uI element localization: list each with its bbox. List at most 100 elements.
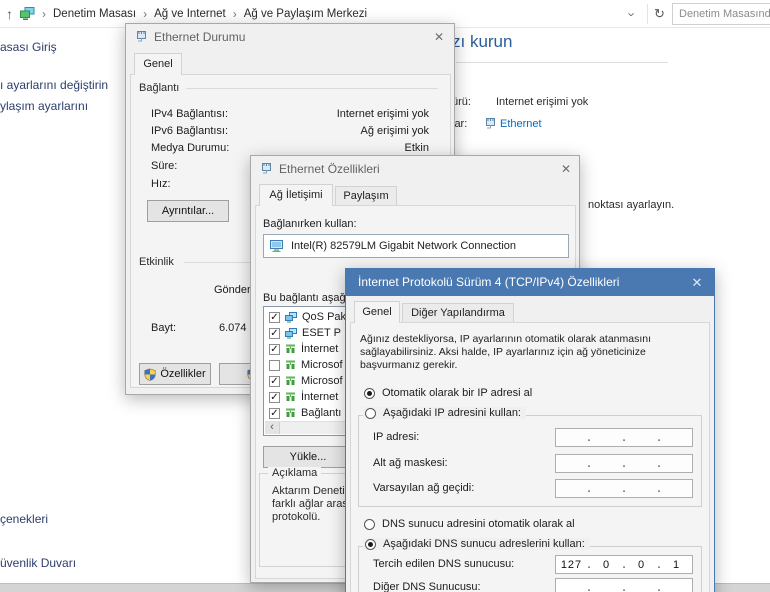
alternate-dns-field[interactable]: ... [555, 578, 693, 592]
list-item[interactable]: ✓ Bağlantı [269, 407, 341, 419]
checkbox[interactable]: ✓ [269, 328, 280, 339]
subnet-mask-field: ... [555, 454, 693, 473]
setup-text-fragment: noktası ayarlayın. [588, 199, 674, 211]
close-icon[interactable]: ✕ [684, 272, 710, 293]
install-button-label: Yükle... [290, 451, 327, 463]
manual-ip-groupbox: Aşağıdaki IP adresini kullan: IP adresi:… [358, 415, 702, 507]
octet: 127 [556, 559, 587, 571]
breadcrumb-separator: › [42, 7, 46, 21]
close-icon[interactable]: ✕ [553, 159, 579, 179]
activity-group-label: Etkinlik [139, 256, 174, 268]
radio-manual-dns[interactable] [365, 539, 376, 550]
ethernet-properties-titlebar[interactable]: Ethernet Özellikleri ✕ [251, 156, 579, 182]
row-label: Süre: [151, 160, 177, 172]
ethernet-status-titlebar[interactable]: Ethernet Durumu ✕ [126, 24, 454, 50]
network-client-icon [285, 328, 297, 339]
list-item[interactable]: ✓ İnternet [269, 391, 338, 403]
list-item-label: Bağlantı [301, 407, 341, 419]
ethernet-icon [135, 30, 148, 43]
checkbox[interactable]: ✓ [269, 408, 280, 419]
up-arrow-icon[interactable]: ↑ [6, 6, 13, 22]
group-divider [186, 88, 438, 89]
install-button[interactable]: Yükle... [263, 446, 353, 468]
ethernet-connection-link[interactable]: Ethernet [500, 118, 542, 130]
sidebar-item-advanced-sharing-settings[interactable]: ylaşım ayarlarını [0, 99, 88, 113]
sidebar-item-control-panel-home[interactable]: asası Giriş [0, 40, 57, 54]
tcpip4-titlebar[interactable]: İnternet Protokolü Sürüm 4 (TCP/IPv4) Öz… [346, 269, 714, 296]
subnet-mask-label: Alt ağ maskesi: [373, 457, 448, 469]
properties-button-label: Özellikler [160, 368, 205, 380]
details-button-label: Ayrıntılar... [162, 205, 214, 217]
network-adapter-icon [270, 240, 284, 252]
row-label: IPv6 Bağlantısı: [151, 125, 228, 137]
list-item[interactable]: ✓ ESET P [269, 327, 341, 339]
chevron-down-icon[interactable]: › [625, 12, 640, 16]
tab-alternate-configuration[interactable]: Diğer Yapılandırma [402, 303, 514, 322]
tab-sharing[interactable]: Paylaşım [335, 186, 397, 205]
manual-dns-groupbox: Aşağıdaki DNS sunucu adreslerini kullan:… [358, 546, 702, 592]
tab-genel[interactable]: Genel [354, 301, 400, 323]
preferred-dns-label: Tercih edilen DNS sunucusu: [373, 558, 514, 570]
breadcrumb-item-network-sharing[interactable]: Ağ ve Paylaşım Merkezi [244, 8, 367, 20]
octet: 0 [591, 559, 622, 571]
page-title: zı kurun [452, 32, 512, 52]
adapter-name: Intel(R) 82579LM Gigabit Network Connect… [291, 240, 516, 252]
scroll-left-icon[interactable]: ‹ [265, 422, 280, 434]
radio-auto-ip-label[interactable]: Otomatik olarak bir IP adresi al [382, 387, 532, 399]
checkbox[interactable] [269, 360, 280, 371]
checkbox[interactable]: ✓ [269, 376, 280, 387]
content-divider [456, 62, 668, 63]
access-type-value: Internet erişimi yok [496, 96, 588, 108]
checkbox[interactable]: ✓ [269, 312, 280, 323]
details-button[interactable]: Ayrıntılar... [147, 200, 229, 222]
row-value: Etkin [405, 142, 429, 154]
status-row: IPv4 Bağlantısı: Internet erişimi yok [151, 108, 429, 120]
ip-address-field: ... [555, 428, 693, 447]
tab-genel[interactable]: Genel [134, 53, 182, 75]
list-item-label: Microsof [301, 375, 343, 387]
sent-column-header: Gönder [214, 284, 251, 296]
radio-manual-dns-label[interactable]: Aşağıdaki DNS sunucu adreslerini kullan: [383, 538, 585, 550]
connection-group-label: Bağlantı [139, 82, 179, 94]
protocol-icon [285, 360, 296, 370]
connect-using-label: Bağlanırken kullan: [263, 218, 357, 230]
description-text: Aktarım Deneti farklı ağlar aras protoko… [272, 485, 348, 524]
description-group-label: Açıklama [268, 467, 321, 479]
sidebar-item-internet-options[interactable]: çenekleri [0, 512, 48, 526]
preferred-dns-field[interactable]: 127.0.0.1 [555, 555, 693, 574]
checkbox[interactable]: ✓ [269, 344, 280, 355]
list-item[interactable]: Microsof [269, 359, 343, 371]
bytes-value: 6.074 [219, 322, 247, 334]
sidebar-item-windows-firewall[interactable]: üvenlik Duvarı [0, 556, 76, 570]
protocol-icon [285, 408, 296, 418]
radio-auto-dns-label[interactable]: DNS sunucu adresini otomatik olarak al [382, 518, 575, 530]
network-client-icon [285, 312, 297, 323]
list-item[interactable]: ✓ Microsof [269, 375, 343, 387]
breadcrumb-separator: › [143, 7, 147, 21]
uac-shield-icon [144, 368, 156, 381]
breadcrumb-separator: › [233, 7, 237, 21]
list-item[interactable]: ✓ İnternet [269, 343, 338, 355]
radio-manual-ip[interactable] [365, 408, 376, 419]
radio-auto-ip[interactable] [364, 388, 375, 399]
breadcrumb-item-control-panel[interactable]: Denetim Masası [53, 8, 136, 20]
radio-manual-ip-label[interactable]: Aşağıdaki IP adresini kullan: [383, 407, 521, 419]
protocol-icon [285, 376, 296, 386]
refresh-icon[interactable]: ↻ [654, 6, 665, 22]
tab-networking[interactable]: Ağ İletişimi [259, 184, 333, 206]
bytes-label: Bayt: [151, 322, 176, 334]
breadcrumb-item-network-internet[interactable]: Ağ ve Internet [154, 8, 226, 20]
octet: 1 [661, 559, 692, 571]
search-input[interactable]: Denetim Masasında [672, 3, 770, 25]
search-text: Denetim Masasında [679, 8, 770, 20]
close-icon[interactable]: ✕ [426, 27, 452, 47]
protocol-icon [285, 392, 296, 402]
list-item[interactable]: ✓ QoS Pak [269, 311, 346, 323]
row-label: Hız: [151, 178, 171, 190]
properties-button[interactable]: Özellikler [139, 363, 211, 385]
checkbox[interactable]: ✓ [269, 392, 280, 403]
radio-auto-dns[interactable] [364, 519, 375, 530]
octet: 0 [626, 559, 657, 571]
adapter-display: Intel(R) 82579LM Gigabit Network Connect… [263, 234, 569, 258]
sidebar-item-change-adapter-settings[interactable]: ı ayarlarını değiştirin [0, 78, 108, 92]
